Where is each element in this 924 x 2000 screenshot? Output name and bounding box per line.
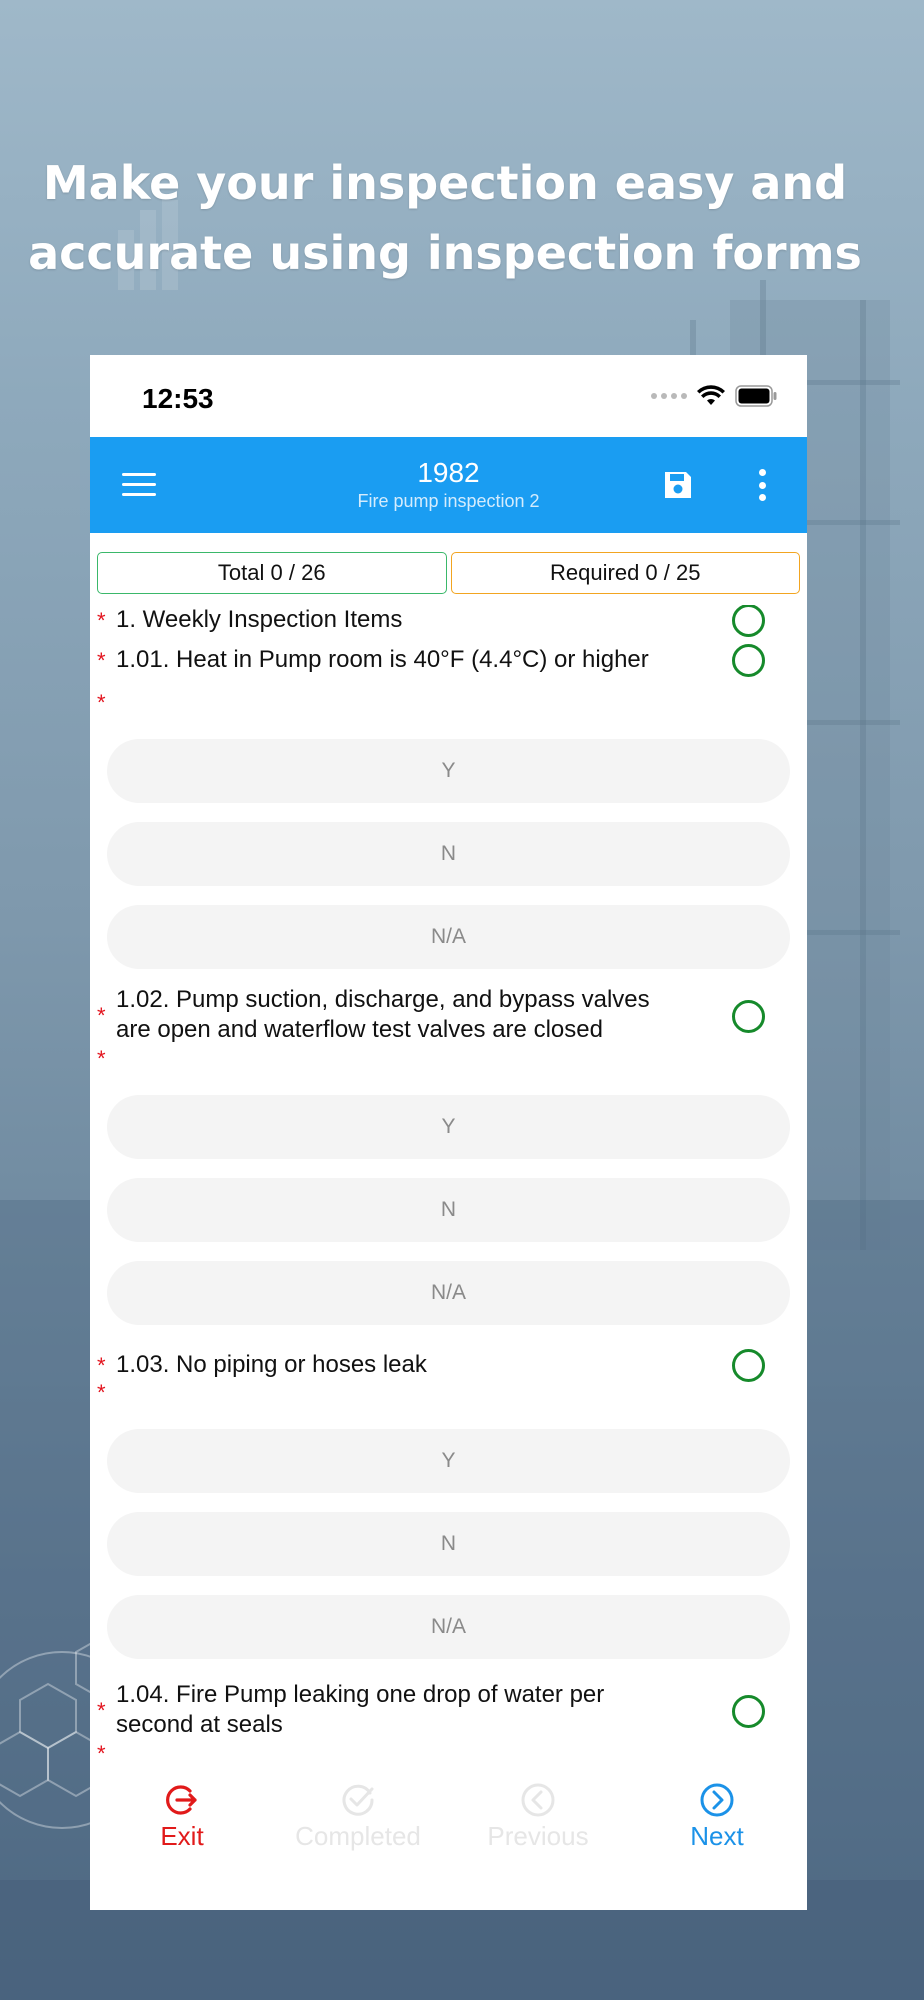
answer-required-marker: * bbox=[97, 1380, 106, 1405]
app-bar-titles: 1982 Fire pump inspection 2 bbox=[90, 457, 807, 513]
headline-line-1: Make your inspection easy and bbox=[42, 156, 848, 210]
status-icons bbox=[651, 385, 777, 407]
previous-button[interactable]: Previous bbox=[448, 1781, 628, 1852]
answer-required-marker: * bbox=[97, 1046, 106, 1071]
battery-icon bbox=[735, 385, 777, 407]
completed-label: Completed bbox=[295, 1821, 421, 1851]
answer-required-marker: * bbox=[97, 1741, 106, 1761]
answer-option-n[interactable]: N bbox=[107, 1512, 790, 1576]
answer-option-na[interactable]: N/A bbox=[107, 1261, 790, 1325]
form-number-title: 1982 bbox=[417, 457, 480, 488]
check-circle-icon bbox=[342, 1784, 374, 1816]
question-text: 1.01. Heat in Pump room is 40°F (4.4°C) … bbox=[116, 646, 649, 673]
completed-button[interactable]: Completed bbox=[268, 1781, 448, 1852]
answer-option-y[interactable]: Y bbox=[107, 739, 790, 803]
save-icon[interactable] bbox=[662, 469, 694, 501]
app-bar: 1982 Fire pump inspection 2 bbox=[90, 437, 807, 533]
wifi-icon bbox=[697, 385, 725, 405]
bottom-navigation: Exit Completed Previous Next bbox=[90, 1760, 807, 1910]
next-button[interactable]: Next bbox=[627, 1781, 807, 1852]
answer-option-y[interactable]: Y bbox=[107, 1429, 790, 1493]
status-time: 12:53 bbox=[142, 383, 214, 414]
exit-label: Exit bbox=[160, 1821, 204, 1851]
required-marker: * bbox=[97, 608, 106, 633]
answer-option-n[interactable]: N bbox=[107, 822, 790, 886]
form-content[interactable]: * 1. Weekly Inspection Items * 1.01. Hea… bbox=[90, 605, 807, 1760]
answer-option-n[interactable]: N bbox=[107, 1178, 790, 1242]
answer-required-marker: * bbox=[97, 690, 106, 715]
required-marker: * bbox=[97, 1698, 106, 1723]
status-circle-icon bbox=[732, 1695, 765, 1728]
question-text-line-1: 1.04. Fire Pump leaking one drop of wate… bbox=[116, 1681, 605, 1708]
answer-option-y[interactable]: Y bbox=[107, 1095, 790, 1159]
answer-option-na[interactable]: N/A bbox=[107, 1595, 790, 1659]
required-marker: * bbox=[97, 1353, 106, 1378]
question-text: 1.02. Pump suction, discharge, and bypas… bbox=[116, 985, 707, 1045]
total-counter: Total 0 / 26 bbox=[97, 552, 447, 594]
status-circle-icon bbox=[732, 644, 765, 677]
question-text-line-1: 1.02. Pump suction, discharge, and bypas… bbox=[116, 986, 650, 1013]
exit-button[interactable]: Exit bbox=[92, 1781, 272, 1852]
status-circle-icon bbox=[732, 1000, 765, 1033]
next-label: Next bbox=[690, 1821, 744, 1851]
cellular-signal-icon bbox=[651, 393, 687, 399]
chevron-left-circle-icon bbox=[521, 1783, 555, 1817]
question-text: 1.04. Fire Pump leaking one drop of wate… bbox=[116, 1680, 707, 1740]
form-name-subtitle: Fire pump inspection 2 bbox=[357, 491, 540, 511]
exit-icon bbox=[166, 1785, 197, 1815]
marketing-headline: Make your inspection easy and accurate u… bbox=[0, 148, 890, 288]
answer-option-na[interactable]: N/A bbox=[107, 905, 790, 969]
status-circle-icon bbox=[732, 1349, 765, 1382]
progress-counters: Total 0 / 26 Required 0 / 25 bbox=[97, 552, 800, 594]
required-marker: * bbox=[97, 648, 106, 673]
headline-line-2: accurate using inspection forms bbox=[28, 226, 862, 280]
required-marker: * bbox=[97, 1003, 106, 1028]
question-text-line-2: second at seals bbox=[116, 1711, 283, 1738]
question-text: 1.03. No piping or hoses leak bbox=[116, 1351, 427, 1378]
status-circle-icon bbox=[732, 605, 765, 637]
question-text: 1. Weekly Inspection Items bbox=[116, 606, 403, 633]
chevron-right-circle-icon bbox=[700, 1783, 734, 1817]
phone-screen: 12:53 1982 Fire pump inspection 2 Total … bbox=[90, 355, 807, 1910]
more-vertical-icon[interactable] bbox=[757, 469, 767, 501]
question-text-line-2: are open and waterflow test valves are c… bbox=[116, 1016, 603, 1043]
status-bar: 12:53 bbox=[90, 355, 807, 437]
previous-label: Previous bbox=[487, 1821, 589, 1851]
required-counter: Required 0 / 25 bbox=[450, 552, 800, 594]
